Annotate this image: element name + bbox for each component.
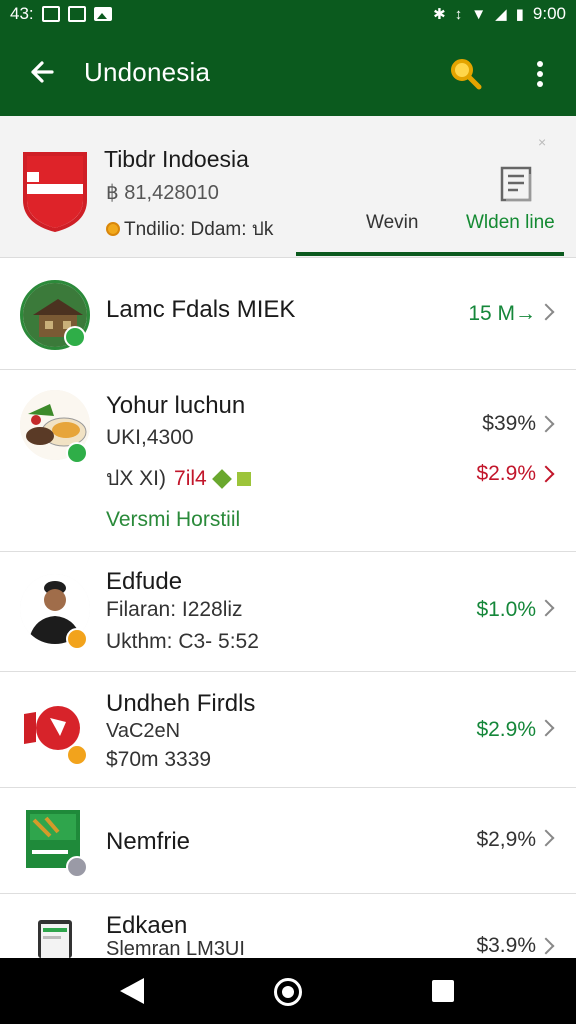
arrow-left-icon (31, 61, 54, 83)
list-item-subtitle: UKI,4300 (106, 426, 194, 449)
tab-wlden-line[interactable]: Wlden line (466, 212, 555, 234)
app-bar: Undonesia (0, 28, 576, 116)
bluetooth-icon: ✱ (433, 5, 446, 23)
app-bar-title: Undonesia (84, 56, 211, 87)
close-icon[interactable]: × (538, 134, 546, 150)
vibrate-icon: ↕ (454, 5, 463, 23)
list-item-value: $1.0% (476, 598, 536, 621)
list-item[interactable]: Undheh Firdls VaC2eN $70m 3339 $2.9% (0, 672, 576, 788)
list-item-value: $3.9% (476, 934, 536, 957)
system-navigation-bar (0, 958, 576, 1024)
list-item-title: Yohur luchun (106, 392, 246, 419)
status-badge (64, 326, 86, 348)
list-item-note: Versmi Horstiil (106, 508, 241, 531)
back-button[interactable] (0, 28, 84, 116)
nav-home-button[interactable] (274, 978, 302, 1006)
more-options-button[interactable] (520, 52, 560, 96)
phone-icon (38, 920, 72, 958)
image-icon (93, 7, 112, 21)
signal-icon: ◢ (495, 5, 507, 23)
header-detail: Tndilio: Ddam: ปk (106, 214, 273, 244)
list-item-value: $2.9% (476, 718, 536, 741)
list-item-detail-b: 7il4 (174, 466, 207, 490)
indonesia-flag-icon (23, 152, 87, 232)
list-item-title: Nemfrie (106, 828, 191, 855)
battery-icon: ▮ (515, 5, 524, 23)
wifi-icon: ▼ (471, 5, 487, 23)
status-badge (66, 442, 88, 464)
header-subtitle: ฿ 81,428010 (106, 182, 219, 204)
list-item[interactable]: Yohur luchun UKI,4300 ปX XI) 7il4 Versmi… (0, 370, 576, 552)
list-item-value: 15 M→ (468, 302, 536, 325)
category-icon (236, 471, 251, 486)
status-time-right: 9:00 (532, 4, 566, 23)
list-item-title: Lamc Fdals MIEK (106, 296, 296, 323)
nav-back-button[interactable] (120, 978, 144, 1004)
country-header-card: Tibdr Indoesia ฿ 81,428010 Tndilio: Ddam… (0, 116, 576, 258)
list-item-subtitle: VaC2eN (106, 720, 181, 742)
coin-icon (106, 222, 120, 236)
list-item-value: $39% (482, 412, 536, 435)
list-item[interactable]: Edkaen Slemran LM3UI $3.9% (0, 894, 576, 960)
list-item-value: $2,9% (476, 828, 536, 851)
tab-wevin[interactable]: Wevin (366, 212, 418, 234)
status-badge (66, 856, 88, 878)
document-icon[interactable] (498, 164, 536, 204)
list-item-title: Edkaen (106, 912, 188, 939)
list-item-detail: $70m 3339 (106, 748, 212, 771)
header-title: Tibdr Indoesia (104, 146, 249, 172)
notification-icon (41, 6, 60, 22)
status-time-left: 43: (10, 4, 34, 23)
nav-recents-button[interactable] (432, 980, 454, 1002)
list-item[interactable]: Edfude Filaran: I228liz Ukthm: C3- 5:52 … (0, 552, 576, 672)
phone-avatar (32, 916, 78, 958)
header-detail-text: Tndilio: Ddam: ปk (124, 219, 274, 240)
list-item-change: $2.9% (476, 462, 536, 485)
list-item-detail-a: ปX XI) (106, 467, 167, 490)
status-bar: 43: ✱ ↕ ▼ ◢ ▮ 9:00 (0, 0, 576, 28)
app-icon (67, 6, 86, 22)
search-icon (451, 59, 482, 90)
search-button[interactable] (444, 52, 488, 96)
list-item-title: Edfude (106, 568, 183, 595)
status-left: 43: (10, 4, 112, 24)
tab-indicator (296, 252, 564, 256)
category-icon (211, 468, 232, 489)
list-item-detail: Ukthm: C3- 5:52 (106, 630, 259, 653)
status-badge (66, 744, 88, 766)
status-badge (66, 628, 88, 650)
status-right: ✱ ↕ ▼ ◢ ▮ 9:00 (433, 4, 566, 24)
list-item[interactable]: Lamc Fdals MIEK 15 M→ (0, 258, 576, 370)
list-item-title: Undheh Firdls (106, 690, 256, 717)
list-item[interactable]: Nemfrie $2,9% (0, 788, 576, 894)
list-item-subtitle: Filaran: I228liz (106, 598, 243, 621)
more-vert-icon (537, 61, 543, 87)
list-item-detail: ปX XI) 7il4 (106, 462, 251, 495)
